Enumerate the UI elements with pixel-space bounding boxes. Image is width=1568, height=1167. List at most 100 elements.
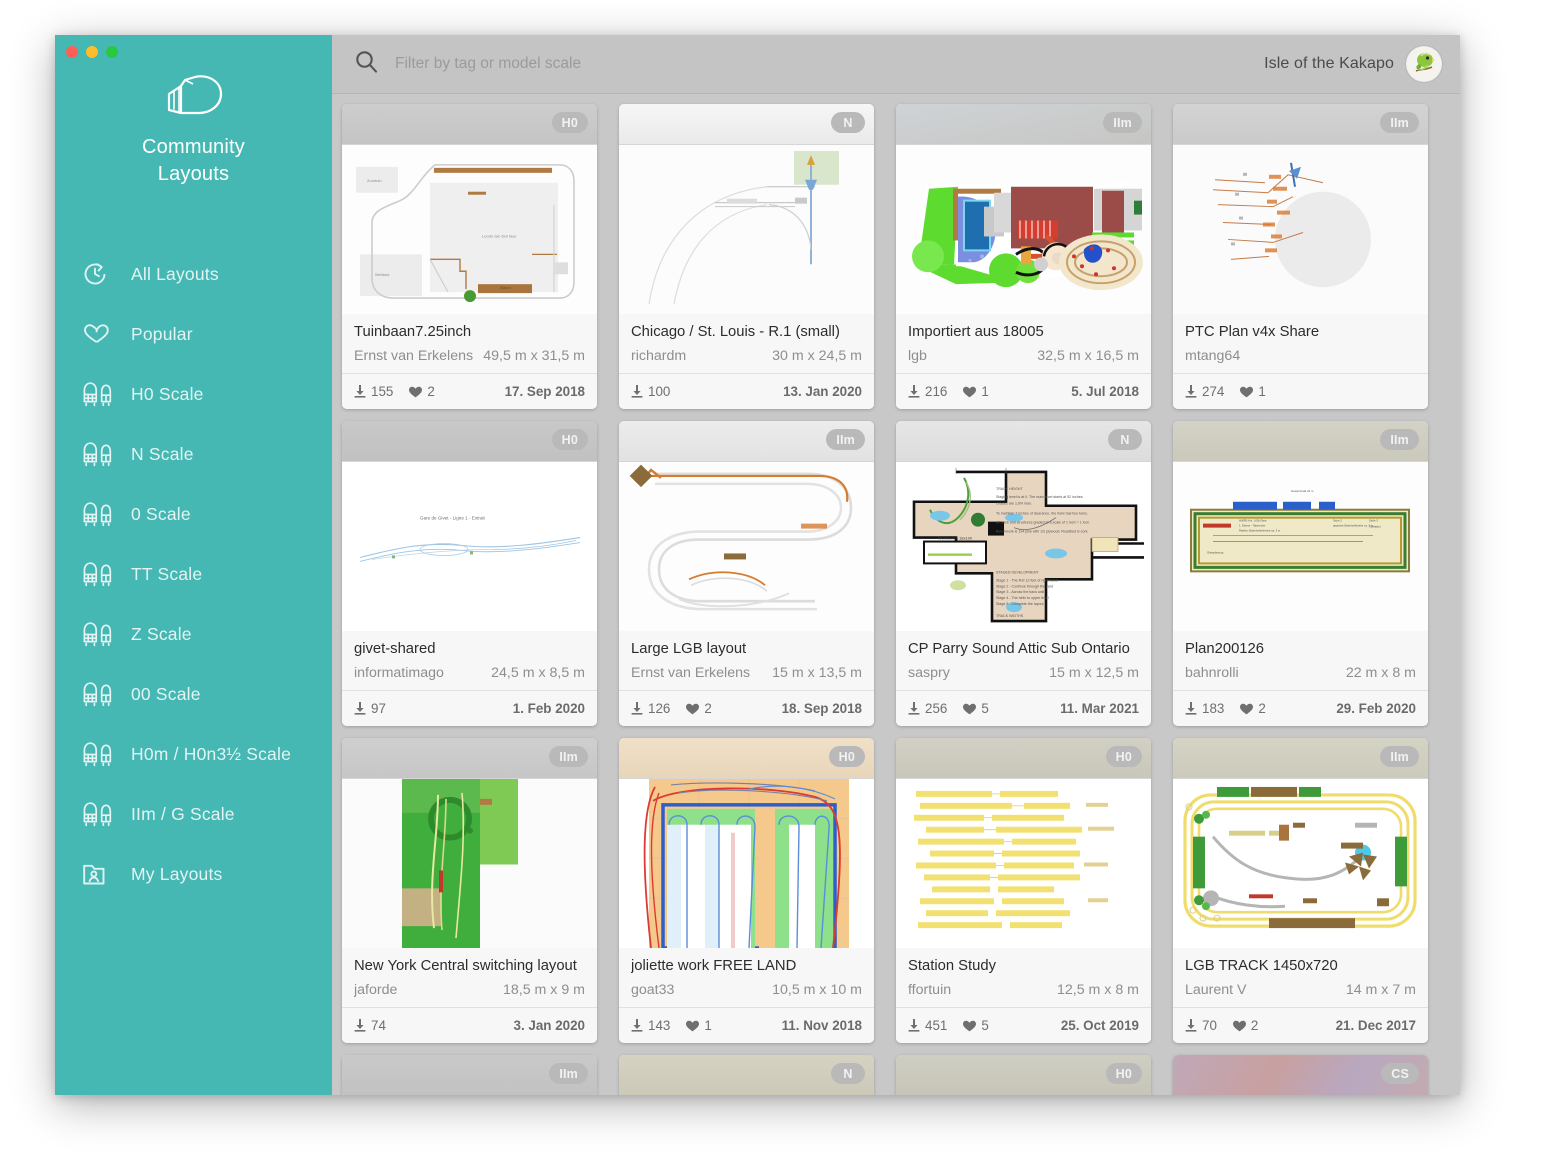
layout-thumbnail[interactable] [342, 778, 597, 948]
layout-thumbnail[interactable] [619, 461, 874, 631]
upload-date: 17. Sep 2018 [504, 384, 585, 399]
layout-size: 30 m x 24,5 m [772, 348, 862, 364]
sidebar-item-tt-scale[interactable]: TT Scale [55, 544, 332, 604]
card-footer: 183 2 29. Feb 2020 [1173, 690, 1428, 726]
layout-card[interactable]: H0 [619, 738, 874, 1043]
sidebar-item-z-scale[interactable]: Z Scale [55, 604, 332, 664]
svg-text:All track and structures grade: All track and structures graded to a sca… [996, 521, 1090, 525]
close-window-button[interactable] [66, 46, 78, 58]
scale-badge: CS [1381, 1063, 1419, 1084]
svg-text:Gesamtmaß 22 m: Gesamtmaß 22 m [1291, 489, 1314, 493]
sidebar-item-all-layouts[interactable]: All Layouts [55, 244, 332, 304]
svg-text:STAGED DEVELOPMENT: STAGED DEVELOPMENT [996, 570, 1039, 574]
layout-thumbnail[interactable]: Workbench 18x100 TRACK HEIGHT Staging le… [896, 461, 1151, 631]
layout-thumbnail[interactable] [619, 778, 874, 948]
layout-card[interactable]: IIm Gesamtmaß 22 m H0/RE-Anl. LGB-Gleis … [1173, 421, 1428, 726]
download-icon [908, 385, 920, 398]
download-count: 256 [925, 701, 948, 716]
card-subinfo: informatimago 24,5 m x 8,5 m [354, 665, 585, 681]
layout-author: richardm [631, 348, 687, 364]
app-window: Community Layouts All Layouts Popular H0… [55, 35, 1460, 1095]
layout-thumbnail[interactable] [896, 144, 1151, 314]
layout-title: Station Study [908, 958, 997, 974]
sidebar-item-label: TT Scale [131, 563, 203, 584]
layout-thumbnail[interactable] [1173, 144, 1428, 314]
layout-card[interactable]: H0 Zuurtuin Weiland Loods van 6x9 fase S… [342, 104, 597, 409]
like-count: 2 [704, 701, 712, 716]
layout-thumbnail[interactable] [1173, 778, 1428, 948]
sidebar-item-my-layouts[interactable]: My Layouts [55, 844, 332, 904]
download-stat: 126 [631, 701, 670, 716]
layout-card[interactable]: H0 Gare de Givet - Ligne 1 - Extrait giv… [342, 421, 597, 726]
card-subinfo: richardm 30 m x 24,5 m [631, 348, 862, 364]
sidebar-item-0-scale[interactable]: 0 Scale [55, 484, 332, 544]
layout-card[interactable]: IIm [1173, 738, 1428, 1043]
scale-badge: N [1108, 429, 1142, 450]
card-header: N [896, 421, 1151, 461]
svg-text:Stage 3 - Across the back wall: Stage 3 - Across the back wall [996, 590, 1044, 594]
download-count: 274 [1202, 384, 1225, 399]
card-footer: 451 5 25. Oct 2019 [896, 1007, 1151, 1043]
download-icon [908, 1019, 920, 1032]
layout-card[interactable]: N Workbench 18x100 TRACK HEIGHT Staging … [896, 421, 1151, 726]
upload-date: 13. Jan 2020 [783, 384, 862, 399]
layout-card[interactable]: N [619, 1055, 874, 1095]
upload-date: 29. Feb 2020 [1336, 701, 1416, 716]
download-stat: 100 [631, 384, 670, 399]
layouts-grid-scroll[interactable]: H0 Zuurtuin Weiland Loods van 6x9 fase S… [332, 95, 1460, 1095]
layout-card[interactable]: IIm Large LGB layout Ernst van Erkelens … [619, 421, 874, 726]
card-subinfo: bahnrolli 22 m x 8 m [1185, 665, 1416, 681]
sidebar-item-h0m-h0n3-scale[interactable]: H0m / H0n3½ Scale [55, 724, 332, 784]
layout-thumbnail[interactable]: Gare de Givet - Ligne 1 - Extrait [342, 461, 597, 631]
layout-card[interactable]: H0 [896, 738, 1151, 1043]
layout-card[interactable]: CS [1173, 1055, 1428, 1095]
layout-size: 10,5 m x 10 m [772, 982, 862, 998]
minimize-window-button[interactable] [86, 46, 98, 58]
card-info: Tuinbaan7.25inch Ernst van Erkelens 49,5… [342, 314, 597, 373]
card-subinfo: Ernst van Erkelens 15 m x 13,5 m [631, 665, 862, 681]
download-count: 74 [371, 1018, 386, 1033]
layout-card[interactable]: IIm [896, 104, 1151, 409]
svg-text:Stage 4 - The helix to upper l: Stage 4 - The helix to upper level [996, 596, 1049, 600]
sidebar-item-iim-g-scale[interactable]: IIm / G Scale [55, 784, 332, 844]
scale-badge: H0 [551, 112, 588, 133]
layout-size: 22 m x 8 m [1345, 665, 1416, 681]
layout-author: informatimago [354, 665, 444, 681]
layout-card[interactable]: IIm [342, 1055, 597, 1095]
sidebar-item-00-scale[interactable]: 00 Scale [55, 664, 332, 724]
svg-text:Stage 1 - The first 12 feet of: Stage 1 - The first 12 feet of right han… [996, 578, 1057, 582]
search-area[interactable] [354, 49, 1264, 79]
download-stat: 74 [354, 1018, 386, 1033]
search-input[interactable] [395, 55, 875, 73]
user-area[interactable]: Isle of the Kakapo [1264, 46, 1442, 82]
layout-author: jaforde [354, 982, 398, 998]
layout-thumbnail[interactable] [619, 144, 874, 314]
card-subinfo: mtang64 [1185, 348, 1416, 364]
card-footer: 100 13. Jan 2020 [619, 373, 874, 409]
layout-author: mtang64 [1185, 348, 1241, 364]
download-icon [631, 385, 643, 398]
svg-text:Stufe 2: Stufe 2 [1333, 519, 1342, 523]
upload-date: 21. Dec 2017 [1335, 1018, 1416, 1033]
layout-card[interactable]: IIm New York Central switching layout ja… [342, 738, 597, 1043]
search-icon [354, 49, 379, 79]
layout-thumbnail[interactable]: Zuurtuin Weiland Loods van 6x9 fase Stat… [342, 144, 597, 314]
card-header: IIm [1173, 104, 1428, 144]
like-count: 1 [1258, 384, 1266, 399]
card-header: IIm [619, 421, 874, 461]
avatar[interactable] [1406, 46, 1442, 82]
layout-card[interactable]: H0 [896, 1055, 1151, 1095]
layout-thumbnail[interactable] [896, 778, 1151, 948]
layout-card[interactable]: IIm [1173, 104, 1428, 409]
card-subinfo: lgb 32,5 m x 16,5 m [908, 348, 1139, 364]
layout-thumbnail[interactable]: Gesamtmaß 22 m H0/RE-Anl. LGB-Gleis 1. E… [1173, 461, 1428, 631]
train-cars-icon [82, 501, 122, 528]
like-stat: 5 [963, 1018, 989, 1033]
zoom-window-button[interactable] [106, 46, 118, 58]
sidebar-item-n-scale[interactable]: N Scale [55, 424, 332, 484]
layout-card[interactable]: N Chicago / St. Louis - R.1 (small) rich… [619, 104, 874, 409]
sidebar-item-popular[interactable]: Popular [55, 304, 332, 364]
kakapo-parrot-avatar-icon [1407, 47, 1441, 81]
sidebar-item-h0-scale[interactable]: H0 Scale [55, 364, 332, 424]
upload-date: 3. Jan 2020 [513, 1018, 585, 1033]
